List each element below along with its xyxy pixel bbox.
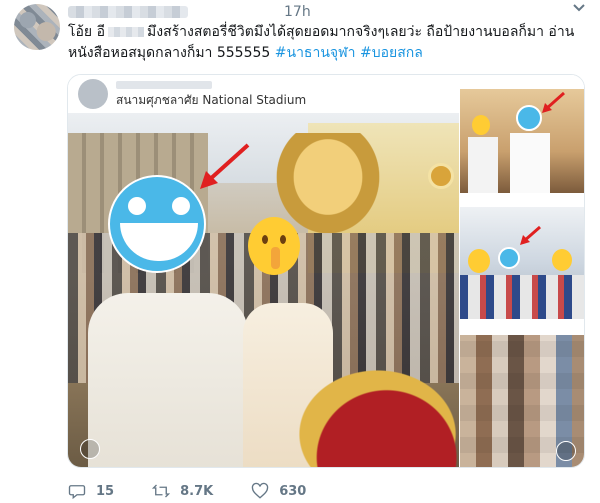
tweet-text: โอ้ย อี มึงสร้างสตอรี่ชีวิตมึงได้สุดยอดมา… [68, 22, 583, 64]
tweet-media[interactable]: สนามศุภชลาศัย National Stadium [67, 74, 585, 468]
sticker-eye [172, 197, 190, 215]
yellow-face-sticker [472, 115, 490, 135]
post-avatar [78, 79, 108, 109]
retweet-button[interactable]: 8.7K [152, 482, 213, 500]
sticker-eye [262, 235, 268, 244]
user-name-blurred[interactable] [68, 6, 188, 18]
tweet-text-line1: โอ้ย อี มึงสร้างสตอรี่ชีวิตมึงได้สุดยอดมา… [68, 24, 575, 40]
emoji-badge-icon [556, 441, 576, 461]
red-arrow-annotation [520, 225, 541, 245]
yellow-face-sticker [552, 249, 572, 271]
main-photo[interactable] [68, 113, 459, 467]
thumbnail-photo-3[interactable] [460, 321, 584, 467]
red-arrow-annotation [542, 91, 565, 113]
hashtag-link[interactable]: #บอยสกล [360, 45, 423, 61]
photo-red-gold-ornament [278, 353, 459, 467]
thumb2-table [460, 275, 584, 319]
red-arrow-annotation [200, 143, 250, 189]
blue-smiley-sticker [498, 247, 520, 269]
yellow-face-sticker [468, 249, 490, 273]
tweet-time[interactable]: 17h [284, 4, 311, 20]
shush-emoji-sticker [248, 217, 300, 275]
tweet-text-line2: หนังสือหอสมุดกลางก็มา 555555 #นาธานจุฬา … [68, 45, 423, 61]
blue-smiley-sticker [108, 175, 206, 273]
thumb1-person-1 [468, 137, 498, 193]
like-count: 630 [279, 483, 307, 499]
like-button[interactable]: 630 [251, 482, 306, 500]
reply-icon [68, 485, 86, 500]
photo-groom-outfit [88, 293, 248, 467]
tweet-meta: 17h [68, 2, 311, 22]
sticker-eye [128, 197, 146, 215]
emoji-badge-icon [80, 439, 100, 459]
retweet-icon [152, 484, 171, 498]
reply-button[interactable]: 15 [68, 482, 114, 500]
reply-count: 15 [96, 483, 115, 499]
tweet-actions: 15 8.7K 630 [68, 482, 344, 500]
chevron-down-icon[interactable] [572, 0, 586, 19]
post-location: สนามศุภชลาศัย National Stadium [116, 93, 307, 107]
user-avatar[interactable] [14, 4, 60, 50]
sticker-eye [280, 235, 286, 244]
blurred-name-inline [108, 27, 144, 37]
post-username-blurred [116, 81, 212, 89]
sticker-mouth [120, 223, 198, 261]
blue-smiley-sticker [516, 105, 542, 131]
sticker-finger [271, 247, 280, 269]
retweet-count: 8.7K [180, 483, 214, 499]
hashtag-link[interactable]: #นาธานจุฬา [275, 45, 356, 61]
photo-window-circle [428, 163, 454, 189]
thumbnail-column [460, 75, 584, 467]
heart-icon [252, 482, 269, 499]
embedded-post-header: สนามศุภชลาศัย National Stadium [68, 75, 458, 113]
thumb1-header [460, 75, 584, 89]
thumbnail-photo-2[interactable] [460, 195, 584, 319]
thumbnail-photo-1[interactable] [460, 75, 584, 193]
thumb1-person-2 [510, 133, 550, 193]
